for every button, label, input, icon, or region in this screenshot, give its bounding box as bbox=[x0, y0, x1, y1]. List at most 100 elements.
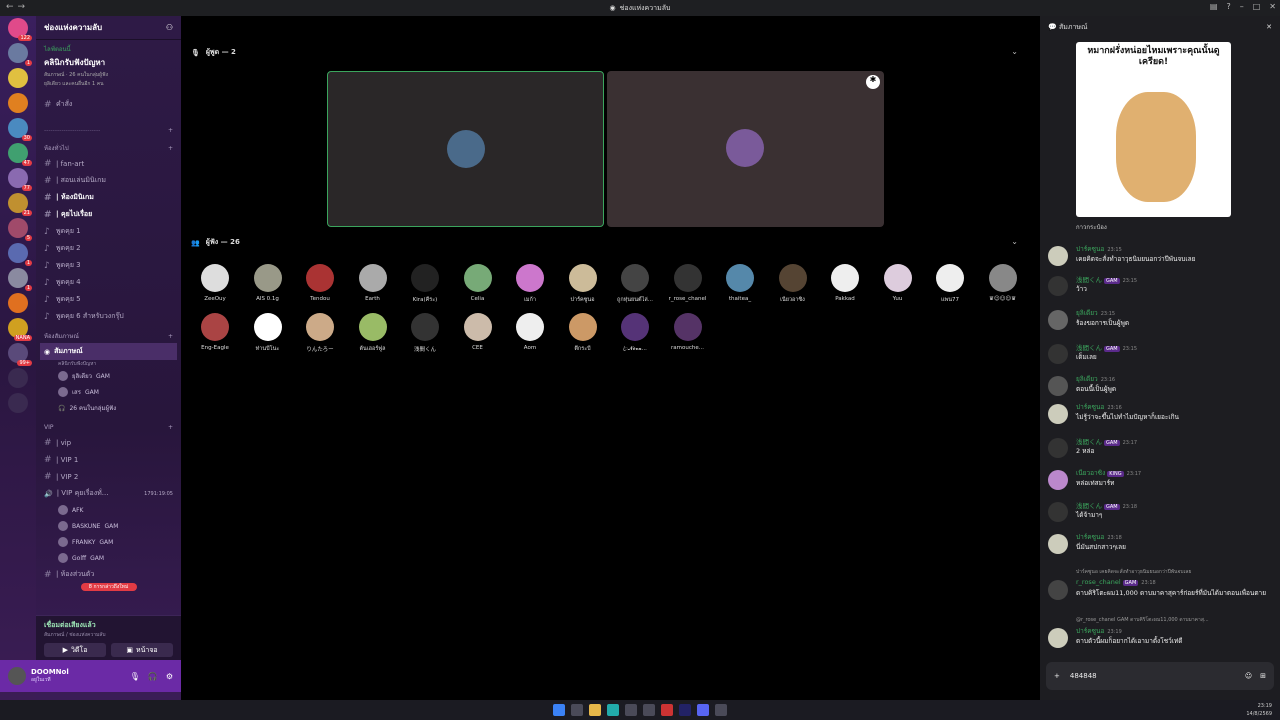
message-author[interactable]: ปาร์คซูนอ 23:15 bbox=[1076, 244, 1122, 254]
listener[interactable]: Earth bbox=[349, 264, 397, 302]
avatar[interactable] bbox=[1048, 534, 1068, 554]
server-icon[interactable]: 47 bbox=[8, 143, 32, 166]
sticker-image[interactable]: หมากฝรั่งหน่อยไหมเพราะคุณนั้นดูเครียด! bbox=[1076, 42, 1231, 217]
listener[interactable]: ꦿ𝓝𝓮𝓿𝓪... bbox=[611, 313, 659, 356]
category-stage[interactable]: ห้องสัมภาษณ์ + bbox=[36, 329, 181, 343]
avatar[interactable] bbox=[1048, 628, 1068, 648]
stage-speaker[interactable]: เสร GAM bbox=[36, 384, 181, 400]
search-icon[interactable] bbox=[571, 704, 583, 716]
inbox-icon[interactable]: ▤ bbox=[1210, 2, 1218, 11]
avatar[interactable] bbox=[1048, 438, 1068, 458]
vip-channel[interactable]: # | VIP 2 bbox=[36, 468, 181, 485]
headphones-icon[interactable]: 🎧 bbox=[148, 672, 158, 681]
vip-voice-channel[interactable]: 🔊 | VIP คุยเรื่องทั่... 1791:19:05 bbox=[36, 485, 181, 502]
avatar[interactable] bbox=[1048, 404, 1068, 424]
voice-channel[interactable]: ♪ พูดคุย 4 bbox=[36, 274, 181, 291]
message-author[interactable]: 浅間くん GAM 23:18 bbox=[1076, 500, 1137, 510]
text-channel[interactable]: # | fan-art bbox=[36, 155, 181, 172]
avatar[interactable] bbox=[1048, 344, 1068, 364]
video-button[interactable]: ▶ วิดีโอ bbox=[44, 643, 106, 657]
listener[interactable]: ต้นเฮอร์ฟูล bbox=[349, 313, 397, 353]
category-general[interactable]: ห้องทั่วไป + bbox=[36, 141, 181, 155]
listener[interactable]: りんたろー bbox=[296, 313, 344, 353]
photoshop-icon[interactable] bbox=[679, 704, 691, 716]
listener[interactable]: Pakkad bbox=[821, 264, 869, 302]
server-icon[interactable]: 1 bbox=[8, 268, 32, 291]
listener[interactable]: ถูกหุ่นยนต์ไล่... bbox=[611, 264, 659, 304]
listener[interactable]: เมก้า bbox=[506, 264, 554, 304]
message-input[interactable]: +484848 ☺ ⊞ bbox=[1046, 662, 1274, 690]
discover-icon[interactable] bbox=[8, 393, 28, 413]
server-icon[interactable]: 21 bbox=[8, 193, 32, 216]
maximize-icon[interactable]: □ bbox=[1253, 2, 1261, 11]
add-channel-icon[interactable]: + bbox=[168, 424, 173, 431]
voice-user[interactable]: FRANKY GAM bbox=[36, 534, 181, 550]
avatar[interactable] bbox=[1048, 580, 1068, 600]
emoji-icon[interactable]: ☺ bbox=[1245, 672, 1252, 680]
store-icon[interactable] bbox=[625, 704, 637, 716]
minimize-icon[interactable]: – bbox=[1240, 2, 1244, 11]
listener[interactable]: Tendou bbox=[296, 264, 344, 302]
server-icon[interactable]: 99+ bbox=[8, 343, 32, 366]
server-icon[interactable]: 77 bbox=[8, 168, 32, 191]
listener[interactable]: 浅間くん bbox=[401, 313, 449, 353]
clock[interactable]: 23:19 14/8/2569 bbox=[1246, 702, 1272, 718]
apps-icon[interactable]: ⊞ bbox=[1260, 672, 1266, 680]
listener[interactable]: AIS 0.1g bbox=[244, 264, 292, 302]
avatar[interactable] bbox=[1048, 246, 1068, 266]
listener[interactable]: r_rose_chanel bbox=[664, 264, 712, 302]
screen-share-button[interactable]: ▣ หน้าจอ bbox=[111, 643, 173, 657]
chevron-down-icon[interactable]: ⌄ bbox=[1011, 237, 1018, 246]
listener[interactable]: Yuu bbox=[874, 264, 922, 302]
stage-speaker[interactable]: ยุลิเดียว GAM bbox=[36, 368, 181, 384]
server-icon[interactable]: 5 bbox=[8, 218, 32, 241]
reply-preview[interactable]: @r_rose_chanel GAM ดาบคิริโตะผม11,000 ดา… bbox=[1076, 616, 1209, 624]
avatar[interactable] bbox=[1048, 502, 1068, 522]
speaker-tile[interactable]: ✱ bbox=[607, 71, 884, 227]
message-author[interactable]: ยุลิเดียว 23:16 bbox=[1076, 374, 1115, 384]
avatar[interactable] bbox=[1048, 310, 1068, 330]
app-icon[interactable] bbox=[661, 704, 673, 716]
server-icon[interactable] bbox=[8, 93, 28, 113]
folder-icon[interactable] bbox=[589, 704, 601, 716]
voice-channel[interactable]: ♪ พูดคุย 6 สำหรับวงกรุ๊ป bbox=[36, 308, 181, 325]
message-author[interactable]: ปาร์คซูนอ 23:18 bbox=[1076, 532, 1122, 542]
terminal-icon[interactable] bbox=[715, 704, 727, 716]
start-icon[interactable] bbox=[553, 704, 565, 716]
message-author[interactable]: 浅間くん GAM 23:17 bbox=[1076, 436, 1137, 446]
message-author[interactable]: ปาร์คซูนอ 23:16 bbox=[1076, 402, 1122, 412]
listener[interactable]: ♛☺☺☺♛ bbox=[979, 264, 1027, 302]
message-author[interactable]: ยุลิเดียว 23:15 bbox=[1076, 308, 1115, 318]
text-channel[interactable]: # | ห้องมินิเกม bbox=[36, 189, 181, 206]
voice-user[interactable]: Golff GAM bbox=[36, 550, 181, 566]
server-icon[interactable]: 122 bbox=[8, 18, 32, 41]
live-event-card[interactable]: ไลฟ์ตอนนี้ คลินิกรับฟังปัญหา สัมภาษณ์ · … bbox=[36, 40, 181, 92]
voice-channel[interactable]: ♪ พูดคุย 5 bbox=[36, 291, 181, 308]
server-icon[interactable]: 1 bbox=[8, 43, 32, 66]
listener[interactable]: ปาร์คซูนอ bbox=[559, 264, 607, 304]
avatar[interactable] bbox=[1048, 470, 1068, 490]
voice-user[interactable]: BASKUNE GAM bbox=[36, 518, 181, 534]
browser-icon[interactable] bbox=[607, 704, 619, 716]
listener[interactable]: CEE bbox=[454, 313, 502, 351]
listener[interactable]: Kira(คีระ) bbox=[401, 264, 449, 304]
add-channel-icon[interactable]: + bbox=[168, 333, 173, 340]
listener[interactable]: แพน77 bbox=[926, 264, 974, 304]
listener[interactable]: Eng-Eagle bbox=[191, 313, 239, 351]
gear-icon[interactable]: ⚙ bbox=[166, 672, 173, 681]
vip-channel[interactable]: # | VIP 1 bbox=[36, 451, 181, 468]
listener[interactable]: ท่านบีโนะ bbox=[244, 313, 292, 353]
listener[interactable]: thaitea_ bbox=[716, 264, 764, 302]
channel-commands[interactable]: # คำสั่ง bbox=[36, 96, 181, 113]
discord-icon[interactable] bbox=[697, 704, 709, 716]
stage-listener-count[interactable]: 🎧 26 คนในกลุ่มผู้ฟัง bbox=[36, 400, 181, 416]
chevron-down-icon[interactable]: ⌄ bbox=[1011, 47, 1018, 56]
add-server-icon[interactable] bbox=[8, 368, 28, 388]
listener[interactable]: ZeeOuy bbox=[191, 264, 239, 302]
server-icon[interactable]: 30 bbox=[8, 118, 32, 141]
private-channel[interactable]: # | ห้องส่วนตัว bbox=[36, 566, 181, 583]
message-author[interactable]: 浅間くん GAM 23:15 bbox=[1076, 342, 1137, 352]
server-icon[interactable] bbox=[8, 68, 28, 88]
close-icon[interactable]: ✕ bbox=[1269, 2, 1276, 11]
category-vip[interactable]: VIP + bbox=[36, 420, 181, 434]
